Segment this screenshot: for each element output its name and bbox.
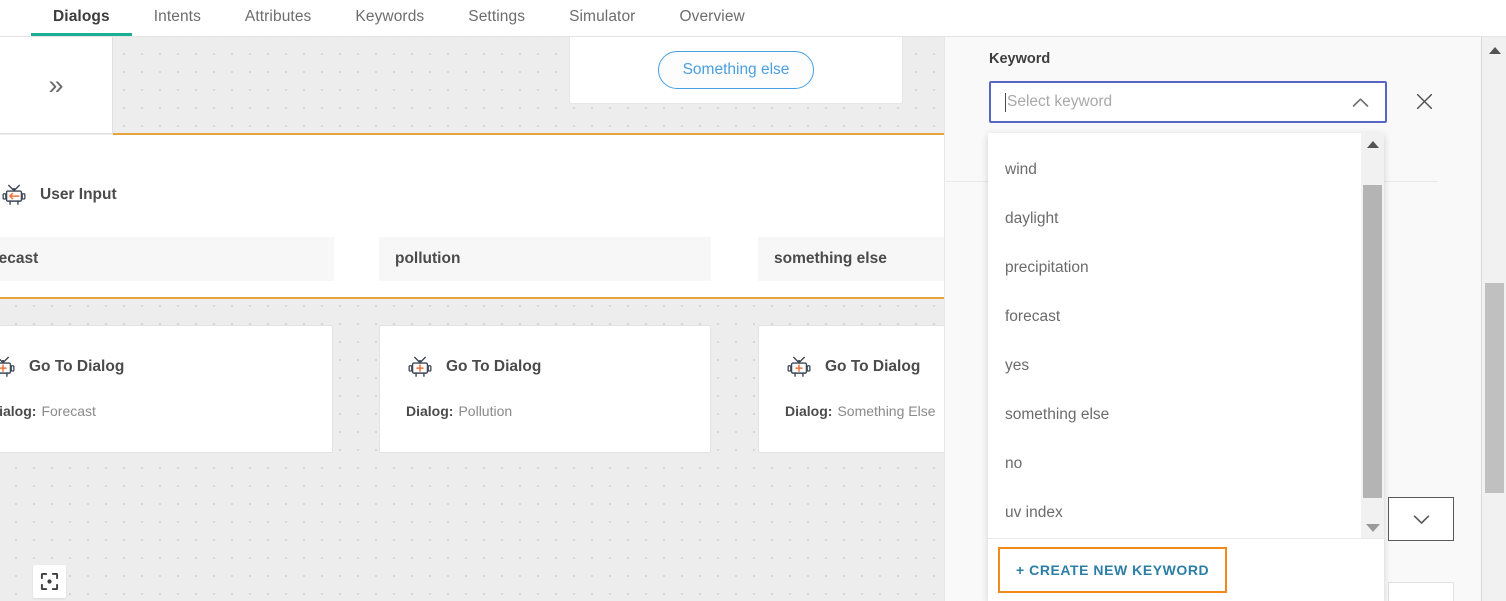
node-title: Go To Dialog	[825, 358, 920, 376]
node-header: Go To Dialog	[380, 326, 710, 381]
keyword-chip[interactable]: pollution	[379, 237, 711, 281]
keyword-option-uv-index[interactable]: uv index	[988, 488, 1384, 537]
tab-label: Dialogs	[53, 8, 110, 25]
page-scrollbar[interactable]	[1481, 37, 1506, 601]
tab-overview[interactable]: Overview	[657, 0, 766, 36]
create-new-keyword-button[interactable]: + CREATE NEW KEYWORD	[998, 547, 1227, 593]
keyword-option-daylight[interactable]: daylight	[988, 194, 1384, 243]
node-field-value: Pollution	[458, 403, 512, 419]
tab-label: Attributes	[245, 8, 311, 25]
robot-user-input-icon	[0, 181, 28, 209]
robot-go-to-dialog-icon	[785, 353, 813, 381]
node-field-label: Dialog:	[406, 403, 453, 419]
keyword-option-forecast[interactable]: forecast	[988, 292, 1384, 341]
robot-go-to-dialog-icon	[406, 353, 434, 381]
keyword-option-yes[interactable]: yes	[988, 341, 1384, 390]
robot-go-to-dialog-icon	[0, 353, 17, 381]
user-input-header: User Input	[0, 181, 117, 209]
background-field-box	[1388, 582, 1454, 601]
tab-simulator[interactable]: Simulator	[547, 0, 657, 36]
keyword-select-placeholder: Select keyword	[1007, 93, 1352, 111]
node-title: Go To Dialog	[29, 358, 124, 376]
keyword-option-items: wind daylight precipitation forecast yes…	[988, 133, 1384, 537]
something-else-pill-button[interactable]: Something else	[658, 51, 815, 89]
keyword-option-no[interactable]: no	[988, 439, 1384, 488]
chevron-down-icon	[1413, 514, 1430, 525]
tab-label: Simulator	[569, 8, 635, 25]
tab-intents[interactable]: Intents	[132, 0, 223, 36]
keyword-option-something-else[interactable]: something else	[988, 390, 1384, 439]
user-input-title: User Input	[40, 186, 117, 204]
dropdown-scrollbar-thumb[interactable]	[1363, 185, 1382, 498]
bot-response-card: Something else	[569, 37, 903, 104]
scroll-up-arrow-icon[interactable]	[1482, 41, 1506, 59]
background-select-control[interactable]	[1388, 497, 1454, 541]
double-chevron-right-icon: »	[48, 72, 63, 99]
keyword-field-label: Keyword	[989, 51, 1050, 67]
node-title: Go To Dialog	[446, 358, 541, 376]
tab-settings[interactable]: Settings	[446, 0, 547, 36]
recenter-focus-icon	[40, 572, 59, 591]
close-x-icon	[1416, 93, 1433, 110]
tab-label: Intents	[154, 8, 201, 25]
app-root: Dialogs Intents Attributes Keywords Sett…	[0, 0, 1506, 601]
tab-dialogs[interactable]: Dialogs	[31, 0, 132, 36]
scroll-down-arrow-icon[interactable]	[1361, 516, 1384, 539]
tab-label: Keywords	[355, 8, 424, 25]
node-field-label: Dialog:	[785, 403, 832, 419]
tab-label: Overview	[679, 8, 744, 25]
tab-attributes[interactable]: Attributes	[223, 0, 333, 36]
dropdown-scrollbar[interactable]	[1361, 133, 1384, 539]
keyword-option-list[interactable]: wind daylight precipitation forecast yes…	[988, 133, 1384, 539]
keyword-select-input[interactable]: Select keyword	[989, 81, 1387, 123]
keyword-dropdown: wind daylight precipitation forecast yes…	[988, 133, 1384, 601]
text-cursor	[1005, 93, 1006, 112]
keyword-option-precipitation[interactable]: precipitation	[988, 243, 1384, 292]
node-field-label: Dialog:	[0, 403, 36, 419]
node-field-value: Forecast	[41, 403, 95, 419]
keyword-option-wind[interactable]: wind	[988, 145, 1384, 194]
page-scrollbar-thumb[interactable]	[1485, 283, 1504, 493]
go-to-dialog-node[interactable]: Go To Dialog Dialog: Pollution	[379, 325, 711, 453]
recenter-canvas-button[interactable]	[33, 565, 66, 598]
tab-label: Settings	[468, 8, 525, 25]
dropdown-footer: + CREATE NEW KEYWORD	[988, 539, 1384, 601]
node-field-value: Something Else	[837, 403, 935, 419]
node-field: Dialog: Pollution	[380, 381, 710, 419]
expand-left-panel-button[interactable]: »	[0, 37, 113, 134]
tab-keywords[interactable]: Keywords	[333, 0, 446, 36]
scroll-up-arrow-icon[interactable]	[1361, 133, 1384, 156]
close-panel-button[interactable]	[1406, 83, 1442, 119]
main-tab-bar: Dialogs Intents Attributes Keywords Sett…	[0, 0, 1506, 37]
node-field: Dialog: Forecast	[0, 381, 332, 419]
keyword-chip[interactable]: forecast	[0, 237, 334, 281]
node-header: Go To Dialog	[0, 326, 332, 381]
chevron-up-icon[interactable]	[1352, 97, 1369, 108]
go-to-dialog-node[interactable]: Go To Dialog Dialog: Forecast	[0, 325, 333, 453]
